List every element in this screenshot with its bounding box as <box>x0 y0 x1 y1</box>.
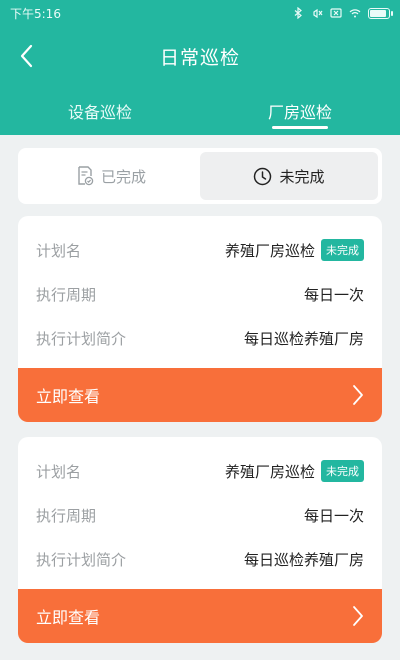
clock-icon <box>254 167 272 185</box>
wifi-icon <box>349 9 361 18</box>
inspection-plan-card: 计划名 养殖厂房巡检 未完成 执行周期 每日一次 执行计划简介 每日巡检养殖厂房… <box>18 216 382 422</box>
segment-incomplete[interactable]: 未完成 <box>200 152 378 200</box>
back-button[interactable] <box>12 40 40 72</box>
chevron-right-icon <box>353 385 363 405</box>
description-label: 执行计划简介 <box>36 329 127 348</box>
description-row: 执行计划简介 每日巡检养殖厂房 <box>18 316 382 360</box>
segment-completed[interactable]: 已完成 <box>22 152 200 200</box>
segment-incomplete-label: 未完成 <box>279 167 325 186</box>
status-time: 下午5:16 <box>10 6 61 21</box>
tab-bar: 设备巡检 厂房巡检 <box>0 86 400 135</box>
app-header: 下午5:16 日常巡检 设备巡检 厂房巡检 <box>0 0 400 135</box>
view-now-button[interactable]: 立即查看 <box>18 368 382 422</box>
status-bar: 下午5:16 <box>0 0 400 26</box>
description-value: 每日巡检养殖厂房 <box>243 550 364 569</box>
plan-name-row: 计划名 养殖厂房巡检 未完成 <box>18 449 382 493</box>
chevron-left-icon <box>20 44 33 68</box>
no-sim-icon <box>330 8 342 18</box>
nav-bar: 日常巡检 <box>0 26 400 86</box>
chevron-right-icon <box>353 606 363 626</box>
cycle-label: 执行周期 <box>36 285 97 304</box>
cycle-value: 每日一次 <box>303 285 364 304</box>
description-row: 执行计划简介 每日巡检养殖厂房 <box>18 537 382 581</box>
description-label: 执行计划简介 <box>36 550 127 569</box>
status-badge: 未完成 <box>321 239 364 261</box>
view-now-label: 立即查看 <box>36 387 101 406</box>
description-value: 每日巡检养殖厂房 <box>243 329 364 348</box>
plan-name-value: 养殖厂房巡检 <box>224 462 315 481</box>
document-check-icon <box>78 166 94 186</box>
cycle-row: 执行周期 每日一次 <box>18 493 382 537</box>
status-icons <box>292 7 393 19</box>
cycle-value: 每日一次 <box>303 506 364 525</box>
plan-name-value: 养殖厂房巡检 <box>224 241 315 260</box>
plan-name-label: 计划名 <box>36 462 82 481</box>
mute-icon <box>313 8 323 19</box>
plan-name-row: 计划名 养殖厂房巡检 未完成 <box>18 228 382 272</box>
plan-name-label: 计划名 <box>36 241 82 260</box>
bluetooth-icon <box>294 7 302 19</box>
status-segmented-control: 已完成 未完成 <box>18 148 382 204</box>
status-badge: 未完成 <box>321 460 364 482</box>
cycle-label: 执行周期 <box>36 506 97 525</box>
inspection-plan-card: 计划名 养殖厂房巡检 未完成 执行周期 每日一次 执行计划简介 每日巡检养殖厂房… <box>18 437 382 643</box>
segment-completed-label: 已完成 <box>100 167 146 186</box>
battery-icon <box>368 7 393 19</box>
cycle-row: 执行周期 每日一次 <box>18 272 382 316</box>
view-now-label: 立即查看 <box>36 608 101 627</box>
tab-equipment-inspection[interactable]: 设备巡检 <box>0 86 200 135</box>
tab-plant-inspection[interactable]: 厂房巡检 <box>200 86 400 135</box>
page-title: 日常巡检 <box>159 46 240 69</box>
view-now-button[interactable]: 立即查看 <box>18 589 382 643</box>
